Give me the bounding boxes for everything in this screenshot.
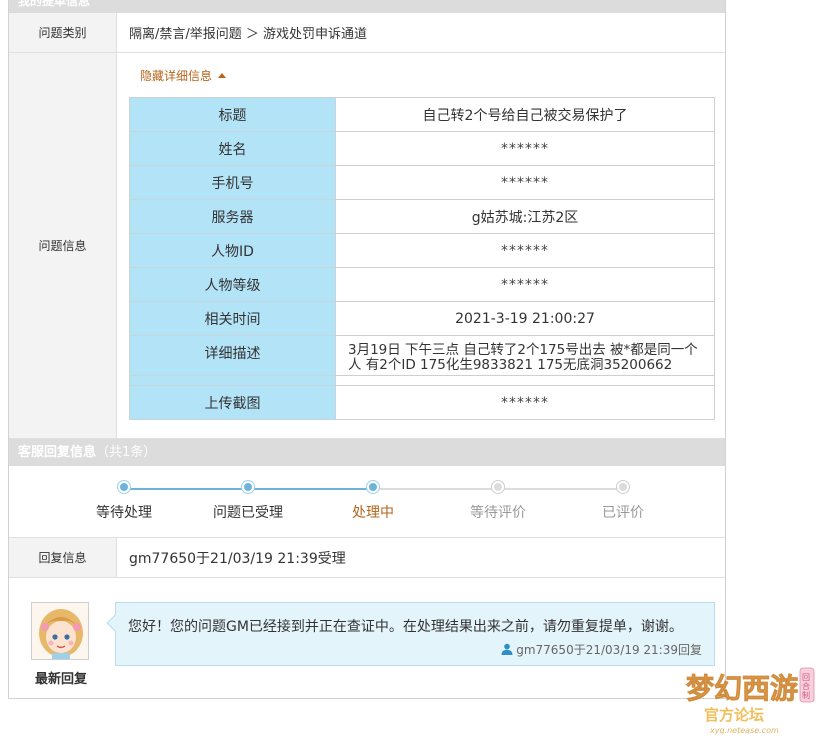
detail-row-name: 姓名 ****** (129, 131, 715, 166)
latest-reply: 最新回复 您好！您的问题GM已经接到并正在查证中。在处理结果出来之前，请勿重复提… (9, 578, 725, 698)
svg-text:制: 制 (802, 690, 810, 700)
progress-tracker: 等待处理 问题已受理 处理中 等待评价 已评价 (9, 466, 725, 538)
progress-step-waiting: 等待处理 (84, 481, 164, 522)
detail-row-gap (129, 375, 715, 386)
detail-value: 3月19日 下午三点 自己转了2个175号出去 被*都是同一个人 有2个ID 1… (335, 335, 715, 376)
reply-meta: gm77650于21/03/19 21:39回复 (501, 641, 702, 658)
detail-row-desc: 详细描述 3月19日 下午三点 自己转了2个175号出去 被*都是同一个人 有2… (129, 335, 715, 376)
detail-value: ****** (335, 267, 715, 302)
detail-key: 手机号 (129, 165, 336, 200)
reply-count: （共1条） (96, 445, 157, 460)
detail-key: 姓名 (129, 131, 336, 166)
watermark-logo: 梦幻西游 回 合 制 官方论坛 xyq.netease.com (686, 667, 815, 735)
reply-section-title: 客服回复信息 (18, 445, 97, 460)
svg-text:合: 合 (802, 681, 810, 691)
svg-text:xyq.netease.com: xyq.netease.com (709, 726, 779, 735)
detail-value: g姑苏城:江苏2区 (335, 199, 715, 234)
ticket-section-title: 我的提单信息 (18, 0, 91, 8)
detail-row-title: 标题 自己转2个号给自己被交易保护了 (129, 97, 715, 132)
bubble-arrow (106, 614, 124, 632)
avatar (31, 602, 89, 660)
progress-step-accepted: 问题已受理 (208, 481, 288, 522)
detail-key: 相关时间 (129, 301, 336, 336)
category-row: 问题类别 隔离/禁言/举报问题 ＞ 游戏处罚申诉通道 (9, 13, 725, 53)
info-row: 问题信息 隐藏详细信息 标题 自己转2个号给自己被交易保护了 姓名 ******… (9, 53, 725, 439)
latest-reply-label: 最新回复 (34, 672, 87, 687)
step-label: 已评价 (602, 505, 644, 521)
svg-text:梦幻西游: 梦幻西游 (686, 672, 798, 705)
progress-step-await-rating: 等待评价 (458, 481, 538, 522)
info-label: 问题信息 (9, 53, 117, 438)
reply-info-label: 回复信息 (9, 538, 117, 577)
step-dot (118, 481, 130, 493)
info-content: 隐藏详细信息 标题 自己转2个号给自己被交易保护了 姓名 ****** 手机号 … (117, 53, 725, 438)
user-icon (501, 643, 513, 655)
detail-value: ****** (335, 233, 715, 268)
detail-row-level: 人物等级 ****** (129, 267, 715, 302)
detail-key: 人物等级 (129, 267, 336, 302)
step-label: 处理中 (352, 505, 394, 521)
detail-row-time: 相关时间 2021-3-19 21:00:27 (129, 301, 715, 336)
progress-step-processing: 处理中 (333, 481, 413, 522)
step-label: 问题已受理 (213, 505, 283, 521)
detail-value: 自己转2个号给自己被交易保护了 (335, 97, 715, 132)
detail-row-screenshot: 上传截图 ****** (129, 385, 715, 420)
progress-step-rated: 已评价 (583, 481, 663, 522)
detail-row-phone: 手机号 ****** (129, 165, 715, 200)
detail-key: 上传截图 (129, 385, 336, 420)
detail-value: ****** (335, 165, 715, 200)
hide-details-toggle[interactable]: 隐藏详细信息 (140, 67, 227, 84)
detail-key: 详细描述 (129, 335, 336, 376)
ticket-panel: 我的提单信息 问题类别 隔离/禁言/举报问题 ＞ 游戏处罚申诉通道 问题信息 隐… (8, 0, 726, 699)
reply-section-header: 客服回复信息（共1条） (9, 439, 725, 466)
detail-value: 2021-3-19 21:00:27 (335, 301, 715, 336)
detail-value[interactable]: ****** (335, 385, 715, 420)
reply-info-value: gm77650于21/03/19 21:39受理 (129, 550, 346, 567)
detail-value: ****** (335, 131, 715, 166)
step-label: 等待处理 (96, 505, 152, 521)
hide-details-label: 隐藏详细信息 (140, 69, 213, 83)
forum-watermark-logo: 梦幻西游 回 合 制 官方论坛 xyq.netease.com (680, 658, 820, 736)
reply-meta-text: gm77650于21/03/19 21:39回复 (516, 643, 702, 657)
caret-up-icon (218, 73, 227, 78)
detail-key: 人物ID (129, 233, 336, 268)
step-label: 等待评价 (470, 505, 526, 521)
detail-row-server: 服务器 g姑苏城:江苏2区 (129, 199, 715, 234)
detail-row-char-id: 人物ID ****** (129, 233, 715, 268)
category-label: 问题类别 (9, 13, 117, 52)
step-dot (617, 481, 629, 493)
reply-info-row: 回复信息 gm77650于21/03/19 21:39受理 (9, 538, 725, 578)
detail-key: 标题 (129, 97, 336, 132)
svg-text:回: 回 (802, 673, 810, 682)
detail-key: 服务器 (129, 199, 336, 234)
ticket-section-header: 我的提单信息 (9, 0, 725, 13)
detail-table: 标题 自己转2个号给自己被交易保护了 姓名 ****** 手机号 ****** … (129, 97, 715, 420)
step-dot (367, 481, 379, 493)
step-dot (242, 481, 254, 493)
step-dot (492, 481, 504, 493)
avatar-image (32, 603, 88, 659)
category-value: 隔离/禁言/举报问题 ＞ 游戏处罚申诉通道 (129, 27, 368, 42)
reply-bubble: 您好！您的问题GM已经接到并正在查证中。在处理结果出来之前，请勿重复提单，谢谢。… (106, 602, 715, 666)
reply-message: 您好！您的问题GM已经接到并正在查证中。在处理结果出来之前，请勿重复提单，谢谢。 (128, 619, 683, 635)
svg-text:官方论坛: 官方论坛 (704, 706, 764, 724)
